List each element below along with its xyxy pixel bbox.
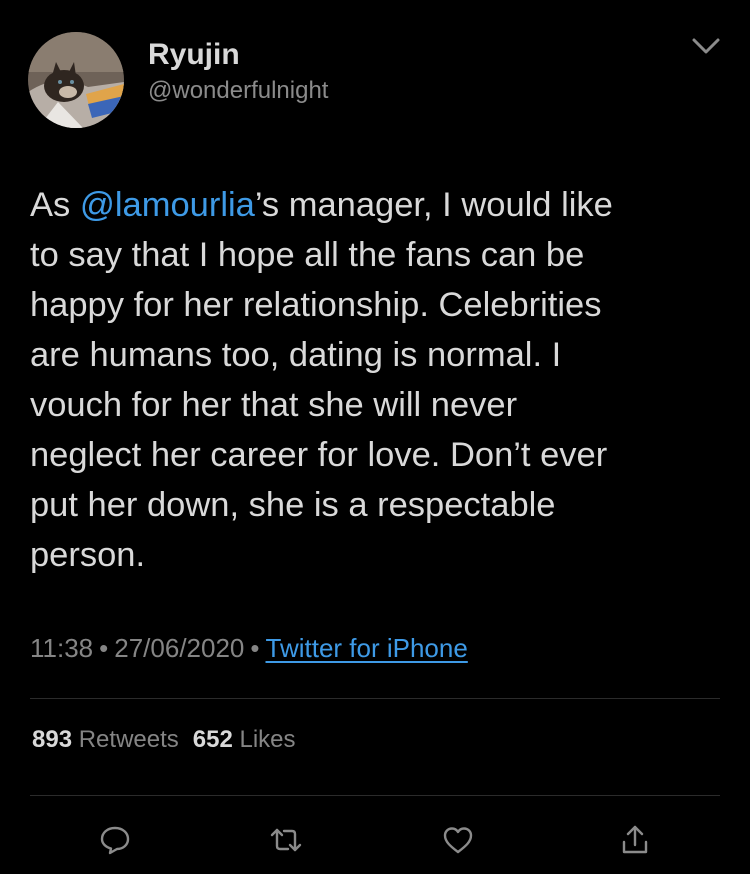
tweet-text-segment: As <box>30 186 80 224</box>
retweet-button[interactable] <box>264 818 308 862</box>
like-button[interactable] <box>436 818 480 862</box>
tweet-meta: 11:38 • 27/06/2020 • Twitter for iPhone <box>30 628 468 668</box>
tweet-line: happy for her relationship. Celebrities <box>30 286 602 324</box>
likes-stat[interactable]: 652 Likes <box>193 726 296 753</box>
avatar[interactable] <box>28 32 124 128</box>
tweet-line: to say that I hope all the fans can be <box>30 236 585 274</box>
retweets-label: Retweets <box>78 726 179 753</box>
tweet-line: As @lamourlia’s manager, I would like <box>30 180 730 230</box>
mention-link[interactable]: @lamourlia <box>80 186 255 224</box>
tweet-time: 11:38 <box>30 633 94 663</box>
tweet-line: vouch for her that she will never <box>30 386 518 424</box>
tweet-text-segment: ’s manager, I would like <box>254 186 613 224</box>
tweet-line: person. <box>30 536 146 574</box>
tweet-line: put her down, she is a respectable <box>30 486 556 524</box>
share-button[interactable] <box>613 818 657 862</box>
heart-icon <box>443 827 473 854</box>
user-handle[interactable]: @wonderfulnight <box>148 76 328 106</box>
tweet-date: 27/06/2020 <box>114 633 245 663</box>
display-name[interactable]: Ryujin <box>148 38 240 72</box>
reply-icon <box>100 826 130 855</box>
tweet-stats: 893 Retweets 652 Likes <box>32 724 296 756</box>
share-icon <box>622 825 648 854</box>
chevron-down-icon[interactable] <box>688 34 724 58</box>
divider <box>30 698 720 699</box>
tweet-line: neglect her career for love. Don’t ever <box>30 436 608 474</box>
retweet-icon <box>270 828 302 852</box>
tweet-text: As @lamourlia’s manager, I would like to… <box>30 180 730 580</box>
source-link[interactable]: Twitter for iPhone <box>266 633 468 663</box>
meta-separator: • <box>250 633 260 663</box>
tweet-line: are humans too, dating is normal. I <box>30 336 562 374</box>
likes-label: Likes <box>239 726 296 753</box>
divider <box>30 795 720 796</box>
retweets-stat[interactable]: 893 Retweets <box>32 726 179 753</box>
retweets-count: 893 <box>32 726 73 753</box>
reply-button[interactable] <box>93 818 137 862</box>
meta-separator: • <box>99 633 109 663</box>
likes-count: 652 <box>192 726 233 753</box>
